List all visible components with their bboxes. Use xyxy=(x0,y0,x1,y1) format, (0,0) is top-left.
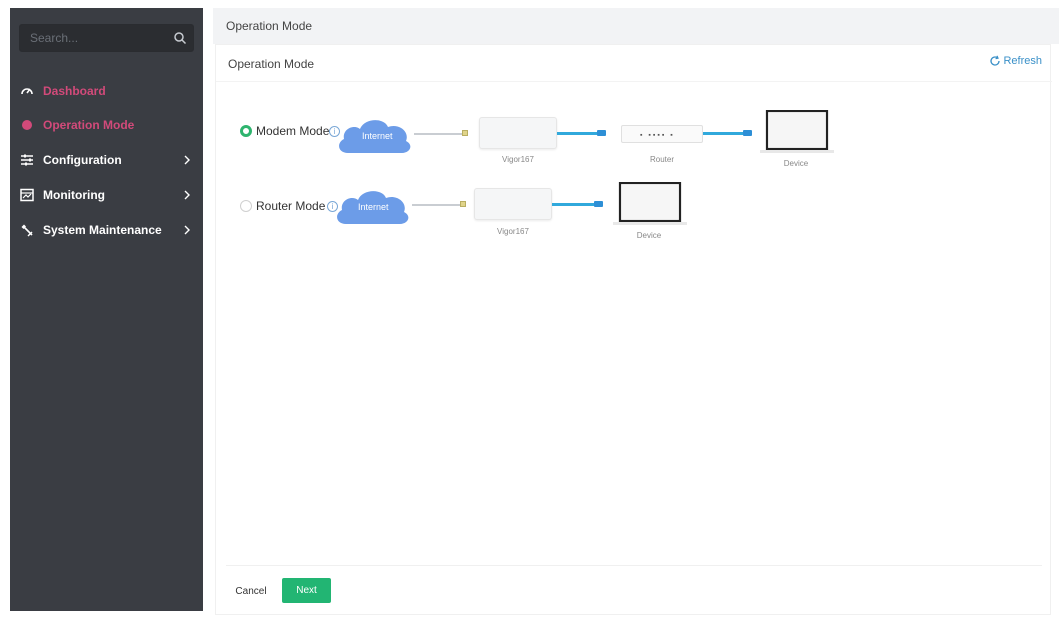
plug xyxy=(462,130,468,136)
refresh-button[interactable]: Refresh xyxy=(989,55,1042,67)
router-mode-radio[interactable] xyxy=(240,200,252,212)
main-panel: Operation Mode Refresh Modem Mode i Inte… xyxy=(215,44,1052,615)
mode-label: Router Mode xyxy=(256,199,326,213)
mode-option-modem: Modem Mode i Internet Vigor167 ▪ ▪▪▪▪ ▪ … xyxy=(216,105,1052,175)
modem-mode-radio[interactable] xyxy=(240,125,252,137)
page-title: Operation Mode xyxy=(228,57,315,71)
refresh-icon xyxy=(990,55,1001,66)
refresh-label: Refresh xyxy=(1003,55,1042,67)
vigor-device-image xyxy=(474,188,552,220)
cancel-button[interactable]: Cancel xyxy=(232,580,270,602)
cable xyxy=(412,204,462,206)
breadcrumb: Operation Mode xyxy=(226,19,313,33)
device-caption: Device xyxy=(636,231,662,240)
divider xyxy=(216,81,1052,82)
sidebar: Dashboard Operation Mode Configuration M… xyxy=(10,8,203,611)
plug xyxy=(594,201,603,207)
breadcrumb-bar: Operation Mode xyxy=(213,8,1059,44)
divider xyxy=(226,565,1042,566)
sidebar-item-label: Operation Mode xyxy=(43,118,135,132)
device-caption: Vigor167 xyxy=(497,227,529,236)
search-icon[interactable] xyxy=(173,31,187,45)
chevron-right-icon xyxy=(183,153,191,167)
sidebar-item-monitoring[interactable]: Monitoring xyxy=(10,180,203,210)
sidebar-item-label: Dashboard xyxy=(43,84,106,98)
configuration-icon xyxy=(19,152,35,168)
plug xyxy=(743,130,752,136)
next-button[interactable]: Next xyxy=(282,578,331,603)
laptop-icon xyxy=(760,110,834,153)
sidebar-item-label: Configuration xyxy=(43,153,122,167)
cable xyxy=(703,132,745,135)
search-input[interactable] xyxy=(20,25,165,51)
app-window: Dashboard Operation Mode Configuration M… xyxy=(0,0,1059,621)
cable xyxy=(414,133,464,135)
dot-icon xyxy=(19,117,35,133)
cloud-label: Internet xyxy=(362,131,393,141)
dashboard-icon xyxy=(19,83,35,99)
chevron-right-icon xyxy=(183,188,191,202)
chevron-right-icon xyxy=(183,223,191,237)
plug xyxy=(460,201,466,207)
monitoring-icon xyxy=(19,187,35,203)
router-image: ▪ ▪▪▪▪ ▪ xyxy=(621,125,703,143)
device-caption: Router xyxy=(649,155,674,164)
search-box xyxy=(19,24,194,52)
vigor-device-image xyxy=(479,117,557,149)
cloud-label: Internet xyxy=(358,202,389,212)
sidebar-item-dashboard[interactable]: Dashboard xyxy=(10,76,203,106)
device-caption: Device xyxy=(783,159,809,168)
sidebar-item-label: Monitoring xyxy=(43,188,105,202)
plug xyxy=(597,130,606,136)
wrench-icon xyxy=(19,222,35,238)
sidebar-item-system-maintenance[interactable]: System Maintenance xyxy=(10,215,203,245)
sidebar-item-operation-mode[interactable]: Operation Mode xyxy=(10,110,203,140)
mode-option-router: Router Mode i Internet Vigor167 Device xyxy=(216,181,1052,251)
mode-label: Modem Mode xyxy=(256,124,330,138)
sidebar-item-configuration[interactable]: Configuration xyxy=(10,145,203,175)
device-caption: Vigor167 xyxy=(502,155,534,164)
laptop-icon xyxy=(613,182,687,225)
sidebar-item-label: System Maintenance xyxy=(43,223,162,237)
cable xyxy=(552,203,596,206)
cable xyxy=(557,132,599,135)
